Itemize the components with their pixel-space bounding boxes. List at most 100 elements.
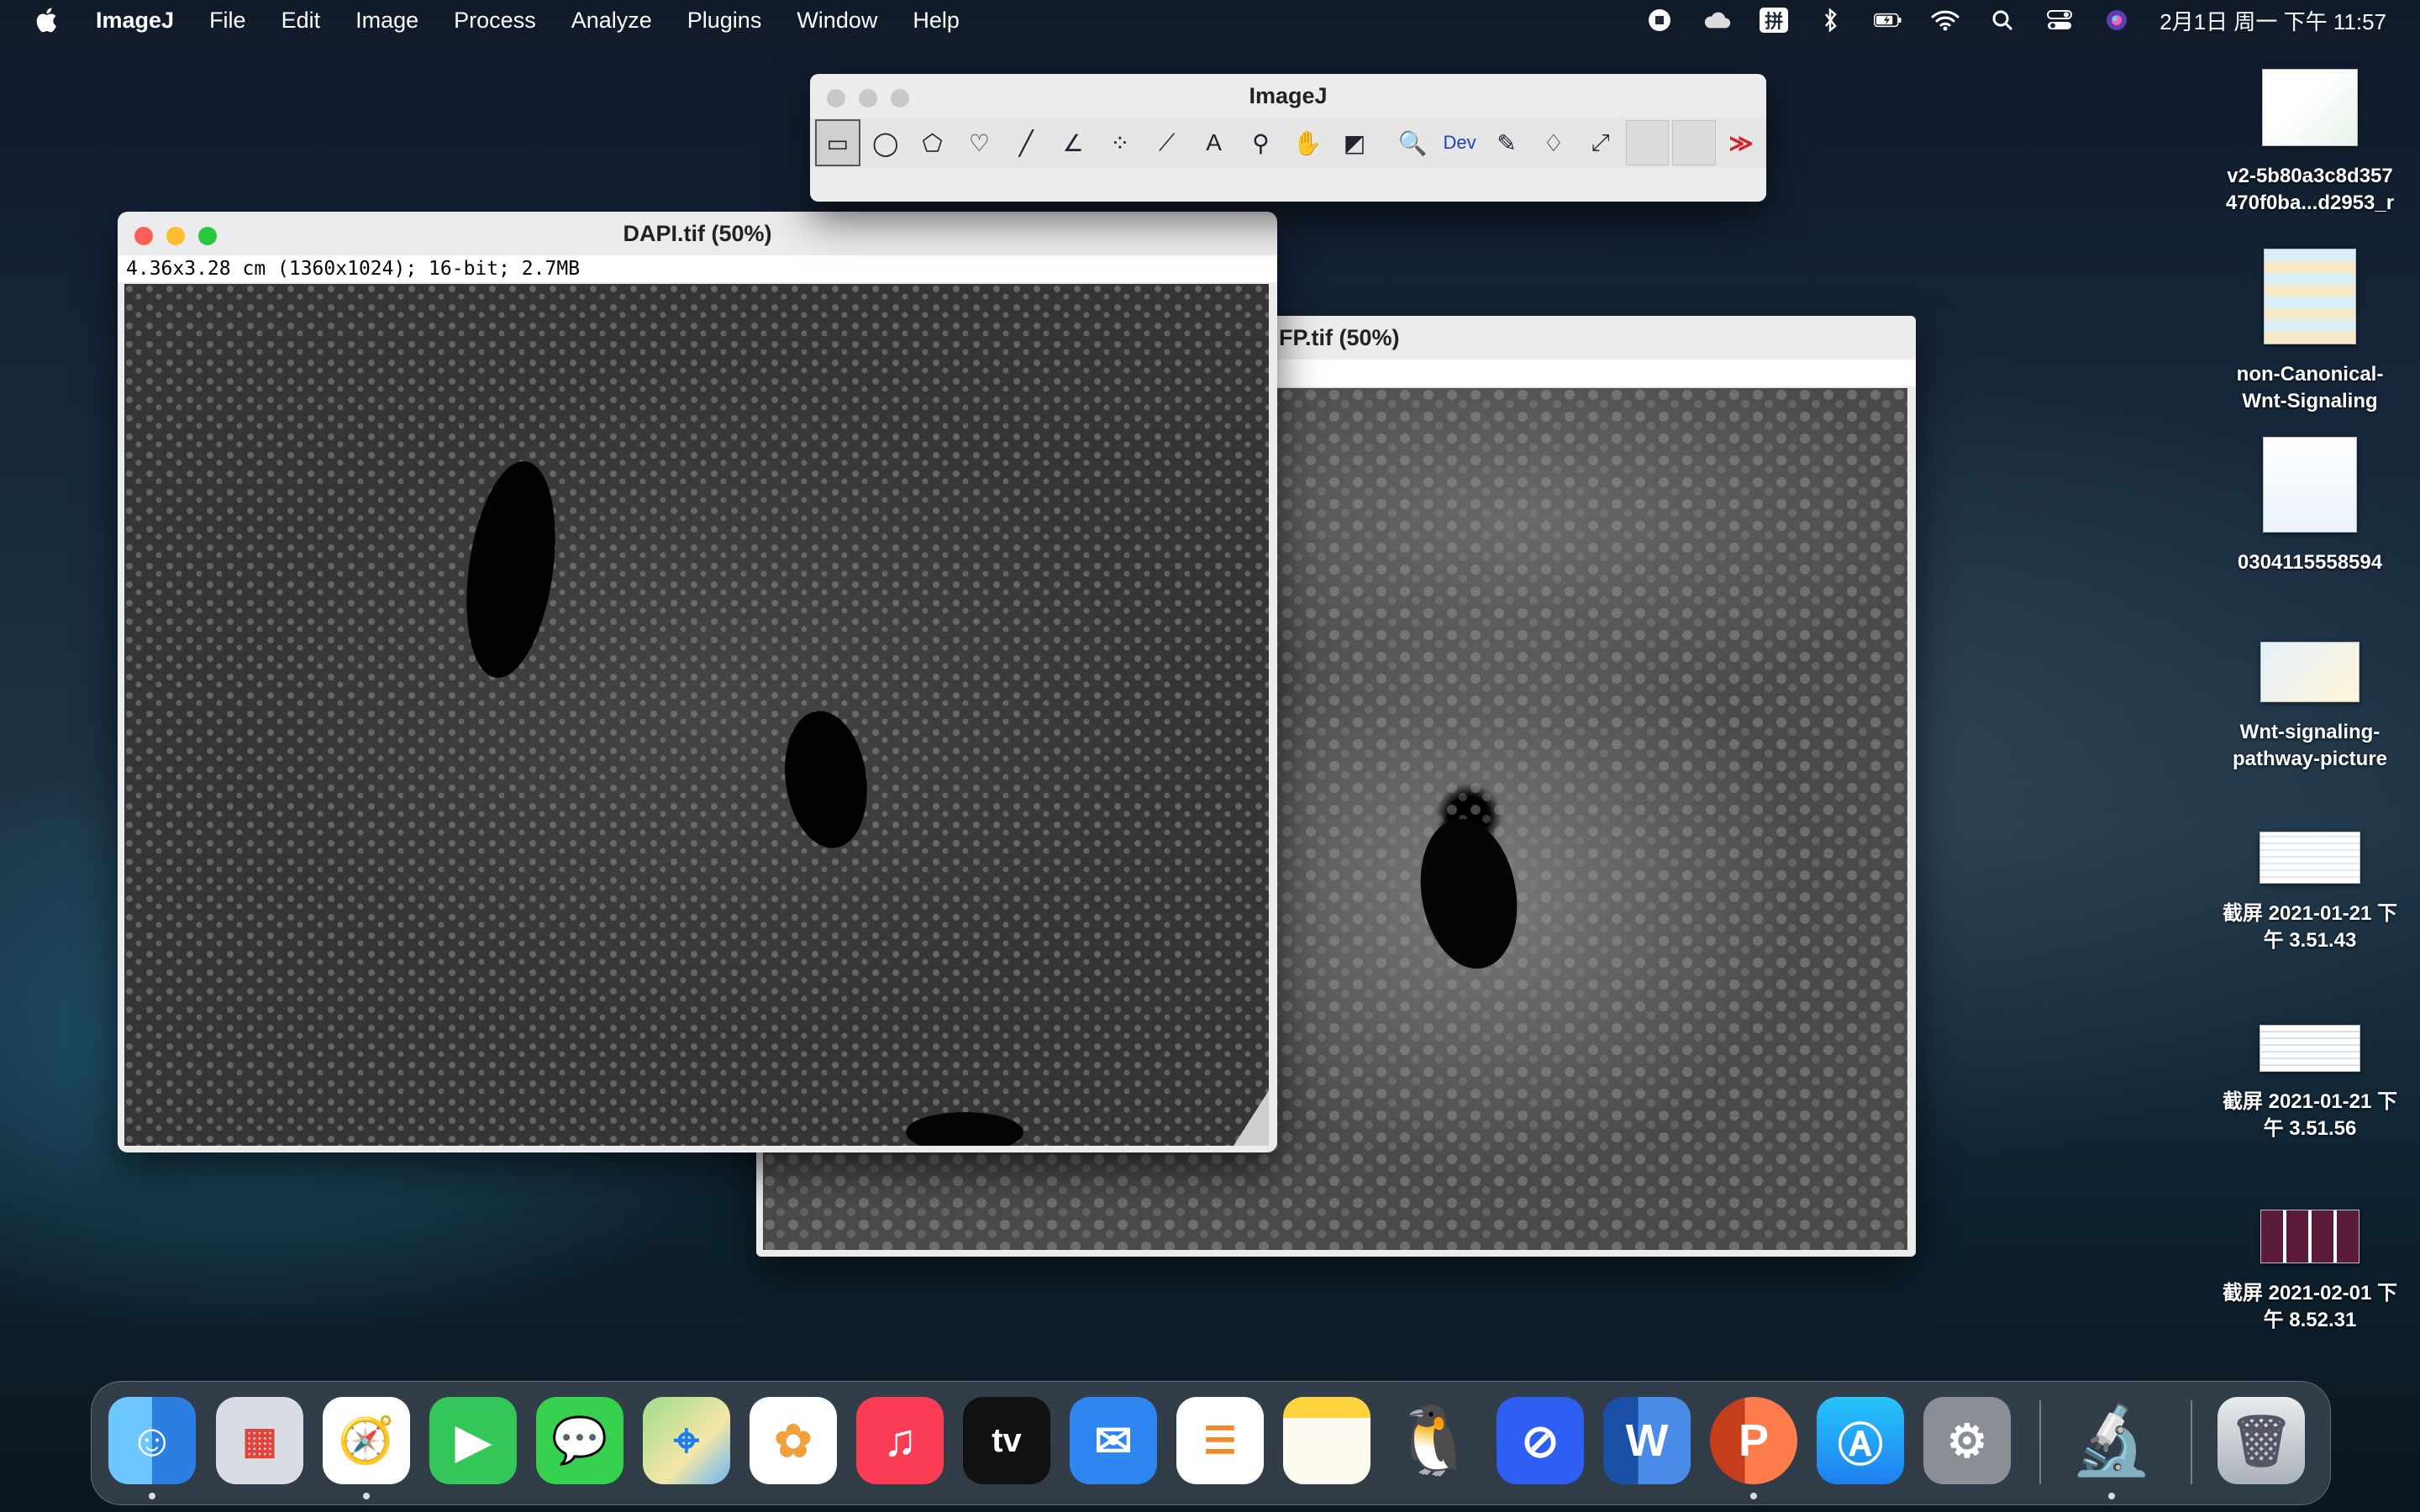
dapi-window-titlebar[interactable]: DAPI.tif (50%) (118, 212, 1277, 255)
hand-tool-icon[interactable]: ✋ (1286, 120, 1329, 165)
color-picker-tool-icon[interactable]: ◩ (1333, 120, 1376, 165)
qq-icon[interactable]: 🐧 (1390, 1397, 1477, 1484)
desktop-file-0[interactable]: v2-5b80a3c8d357 470f0ba...d2953_r (2205, 69, 2415, 217)
status-area: 拼 2月1日 周一 下午 11:57 (1645, 0, 2386, 40)
control-center-icon[interactable] (2045, 8, 2074, 33)
desktop-file-5[interactable]: 截屏 2021-01-21 下 午 3.51.56 (2205, 1025, 2415, 1142)
reminders-icon[interactable]: ☰ (1176, 1397, 1264, 1484)
oval-tool-icon[interactable]: ◯ (864, 120, 908, 165)
close-button[interactable] (134, 227, 153, 245)
apple-tv-icon[interactable]: tv (963, 1397, 1050, 1484)
maps-icon[interactable]: ⌖ (643, 1397, 730, 1484)
rectangle-tool-icon[interactable]: ▭ (815, 119, 860, 166)
input-method-icon[interactable]: 拼 (1760, 8, 1789, 33)
close-button[interactable] (827, 89, 845, 108)
brush-tool-icon[interactable]: ✎ (1485, 120, 1528, 165)
imagej-microscope-icon[interactable]: 🔬 (2068, 1397, 2155, 1484)
pipette-tool-icon[interactable]: ⤢ (1579, 120, 1623, 165)
app-store-icon[interactable]: Ⓐ (1817, 1397, 1904, 1484)
menu-file[interactable]: File (209, 8, 246, 34)
file-thumbnail (2264, 249, 2356, 344)
file-label: 截屏 2021-01-21 下 (2222, 902, 2398, 925)
finder-icon[interactable]: ☺ (108, 1397, 196, 1484)
word-icon[interactable]: W (1603, 1397, 1691, 1484)
gfp-window-title: FP.tif (50%) (1279, 324, 1400, 350)
launchpad-icon[interactable]: ▦ (216, 1397, 303, 1484)
battery-icon[interactable] (1874, 8, 1902, 33)
running-indicator (363, 1493, 370, 1499)
line-tool-icon[interactable]: ╱ (1004, 120, 1048, 165)
empty-slot-2-icon[interactable] (1672, 120, 1717, 165)
desktop-file-1[interactable]: non-Canonical- Wnt-Signaling (2205, 249, 2415, 415)
minimize-button[interactable] (859, 89, 877, 108)
stop-record-icon[interactable] (1645, 8, 1674, 33)
safari-icon[interactable]: 🧭 (323, 1397, 410, 1484)
menu-bar: ImageJ File Edit Image Process Analyze P… (0, 0, 2420, 40)
point-tool-icon[interactable]: ⁘ (1098, 120, 1142, 165)
apple-menu-icon[interactable] (34, 6, 62, 34)
notes-icon[interactable] (1283, 1397, 1370, 1484)
spotlight-search-icon[interactable] (1988, 8, 2017, 33)
facetime-icon[interactable]: ▶ (429, 1397, 517, 1484)
toolbar-window-title: ImageJ (1249, 82, 1328, 108)
magnifier-tool-icon[interactable]: 🔍 (1391, 120, 1434, 165)
clock[interactable]: 2月1日 周一 下午 11:57 (2160, 5, 2386, 36)
system-preferences-icon[interactable]: ⚙ (1923, 1397, 2011, 1484)
dapi-image-window: DAPI.tif (50%) 4.36x3.28 cm (1360x1024);… (118, 212, 1277, 1152)
desktop-file-4[interactable]: 截屏 2021-01-21 下 午 3.51.43 (2205, 832, 2415, 954)
file-label: 午 8.52.31 (2263, 1309, 2357, 1331)
wand-tool-icon[interactable]: ⟋ (1145, 120, 1189, 165)
menu-process[interactable]: Process (454, 8, 536, 34)
text-tool-icon[interactable]: A (1192, 120, 1236, 165)
menu-window[interactable]: Window (797, 8, 877, 34)
file-label: 午 3.51.43 (2263, 929, 2357, 952)
file-thumbnail (2260, 1025, 2360, 1072)
more-tools-icon[interactable]: ≫ (1719, 120, 1763, 165)
dev-tool-icon[interactable]: Dev (1438, 120, 1481, 165)
file-label: 截屏 2021-02-01 下 (2222, 1282, 2398, 1305)
music-icon[interactable]: ♫ (856, 1397, 944, 1484)
empty-slot-1-icon[interactable] (1625, 120, 1670, 165)
file-label: v2-5b80a3c8d357 (2227, 165, 2393, 187)
file-label: 截屏 2021-01-21 下 (2222, 1090, 2398, 1113)
dapi-image-canvas[interactable] (124, 284, 1269, 1146)
cloud-icon[interactable] (1702, 8, 1731, 33)
mail-icon[interactable]: ✉ (1070, 1397, 1157, 1484)
wifi-icon[interactable] (1931, 8, 1960, 33)
polygon-tool-icon[interactable]: ⬠ (911, 120, 955, 165)
flood-fill-tool-icon[interactable]: ♢ (1532, 120, 1576, 165)
menu-image[interactable]: Image (355, 8, 418, 34)
running-indicator (1750, 1493, 1757, 1499)
dock-separator (2191, 1400, 2192, 1484)
freehand-tool-icon[interactable]: ♡ (957, 120, 1001, 165)
desktop-file-3[interactable]: Wnt-signaling- pathway-picture (2205, 642, 2415, 773)
dapi-info-bar: 4.36x3.28 cm (1360x1024); 16-bit; 2.7MB (118, 255, 1277, 282)
app-name-menu[interactable]: ImageJ (96, 8, 174, 34)
file-label: 0304115558594 (2237, 551, 2383, 574)
messages-icon[interactable]: 💬 (536, 1397, 623, 1484)
photos-icon[interactable]: ✿ (750, 1397, 837, 1484)
bluetooth-icon[interactable] (1817, 8, 1845, 33)
powerpoint-icon[interactable]: P (1710, 1397, 1797, 1484)
zoom-button[interactable] (891, 89, 909, 108)
zoom-tool-icon[interactable]: ⚲ (1239, 120, 1282, 165)
menu-plugins[interactable]: Plugins (687, 8, 762, 34)
siri-icon[interactable] (2102, 8, 2131, 33)
minimize-button[interactable] (166, 227, 185, 245)
zoom-button[interactable] (198, 227, 217, 245)
desktop-file-6[interactable]: 截屏 2021-02-01 下 午 8.52.31 (2205, 1210, 2415, 1334)
dock: ☺ ▦ 🧭 ▶ 💬 ⌖ ✿ ♫ tv ✉ ☰ 🐧 ⊘ W P Ⓐ ⚙ 🔬 🗑 (91, 1381, 2331, 1505)
file-thumbnail (2260, 642, 2360, 702)
trash-icon[interactable]: 🗑 (2217, 1397, 2305, 1484)
angle-tool-icon[interactable]: ∠ (1051, 120, 1095, 165)
file-thumbnail (2262, 69, 2358, 146)
tool-palette: ▭ ◯ ⬠ ♡ ╱ ∠ ⁘ ⟋ A ⚲ ✋ ◩ 🔍 Dev ✎ ♢ ⤢ ≫ (810, 118, 1766, 168)
dapi-window-title: DAPI.tif (50%) (623, 220, 772, 246)
file-label: Wnt-Signaling (2242, 390, 2378, 412)
menu-analyze[interactable]: Analyze (571, 8, 652, 34)
menu-help[interactable]: Help (913, 8, 960, 34)
menu-edit[interactable]: Edit (281, 8, 321, 34)
toolbar-window-titlebar[interactable]: ImageJ (810, 74, 1766, 118)
desktop-file-2[interactable]: 0304115558594 (2205, 437, 2415, 576)
shadowrocket-icon[interactable]: ⊘ (1497, 1397, 1584, 1484)
